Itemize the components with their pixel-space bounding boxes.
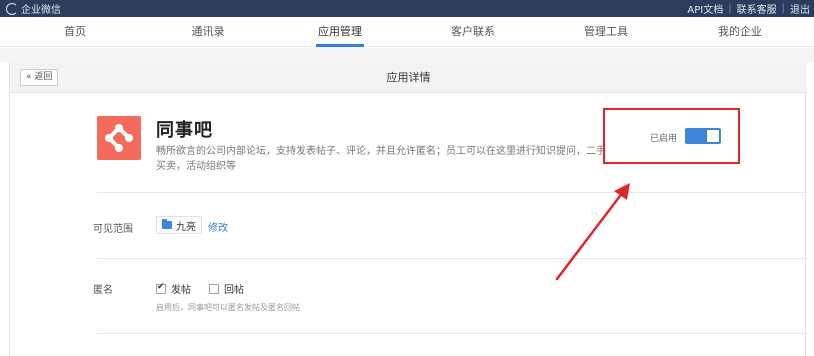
checkbox-checked [156,282,166,294]
scope-value: 九亮 [176,221,196,233]
toggle-knob [707,130,719,142]
tab-customer-contact[interactable]: 客户联系 [433,17,513,47]
top-links: API文档 | 联系客服 | 退出 [687,1,810,16]
brand: 企业微信 [6,1,61,16]
share-nodes-icon [105,124,133,152]
anonymous-label: 匿名 [93,285,113,296]
checkbox-label: 发帖 [171,285,191,296]
page-title: 应用详情 [386,71,431,84]
reply-anonymous-checkbox[interactable]: 回帖 [209,281,244,296]
contact-support-link[interactable]: 联系客服 [737,1,777,16]
separator: | [728,3,732,14]
divider [97,333,807,334]
app-description: 畅所欲言的公司内部论坛，支持发表帖子、评论，并且允许匿名；员工可以在这里进行知识… [156,146,606,172]
divider [97,258,807,259]
brand-name: 企业微信 [21,5,61,16]
scope-label: 可见范围 [93,224,133,235]
separator: | [781,3,785,14]
brand-logo-icon [6,2,18,15]
scope-tag: 九亮 [156,216,202,234]
post-anonymous-checkbox[interactable]: 发帖 [156,281,191,296]
tab-app-management[interactable]: 应用管理 [300,17,380,47]
card-header: 应用详情 « 返回 [10,62,807,93]
page-background [0,48,814,62]
enable-toggle[interactable] [685,128,721,144]
top-bar: 企业微信 API文档 | 联系客服 | 退出 [0,0,814,17]
app-name: 同事吧 [156,120,213,141]
logout-link[interactable]: 退出 [790,1,810,16]
tab-home[interactable]: 首页 [35,17,115,47]
back-button[interactable]: « 返回 [20,69,59,86]
tab-management-tools[interactable]: 管理工具 [566,17,646,47]
edit-scope-link[interactable]: 修改 [208,219,228,234]
main-nav: 首页 通讯录 应用管理 客户联系 管理工具 我的企业 [0,17,814,47]
tab-contacts[interactable]: 通讯录 [168,17,248,47]
status-highlight-box: 已启用 [603,108,740,164]
tab-my-company[interactable]: 我的企业 [700,17,780,47]
app-detail-card: 应用详情 « 返回 同事吧 畅所欲言的公司内部论坛，支持发表帖子、评论，并且允许… [9,62,807,356]
api-docs-link[interactable]: API文档 [687,1,723,16]
divider [97,192,807,193]
checkbox-unchecked [209,283,219,294]
folder-icon [162,219,172,229]
status-label: 已启用 [650,134,678,144]
anonymous-hint: 启用后，同事吧可以匿名发帖及匿名回帖 [156,303,300,312]
checkbox-label: 回帖 [224,285,244,296]
app-icon [97,116,141,160]
